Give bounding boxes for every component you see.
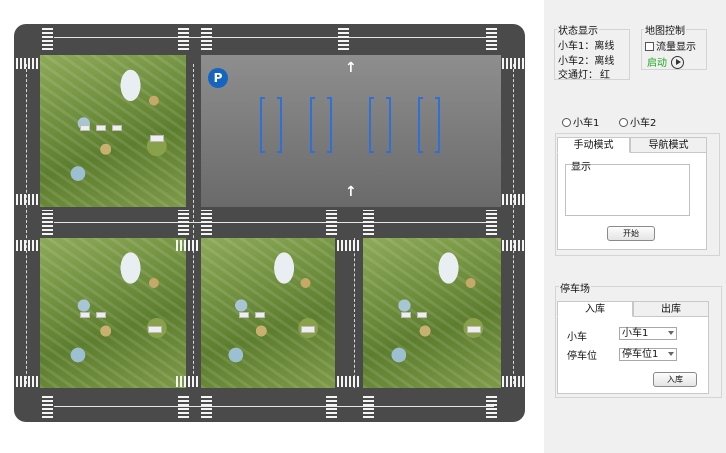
radio-icon[interactable] (619, 118, 628, 127)
crosswalk (176, 240, 200, 251)
crosswalk (486, 26, 497, 50)
flow-display-checkbox[interactable]: 流量显示 (645, 38, 696, 53)
car-select[interactable]: 小车1 (619, 327, 677, 340)
flow-display-label: 流量显示 (656, 42, 696, 53)
crosswalk (42, 210, 53, 235)
crosswalk (337, 240, 361, 251)
car2-status: 小车2：离线 (558, 52, 614, 67)
up-arrow-icon: ↑ (345, 60, 357, 76)
slot-select-value: 停车位1 (622, 349, 659, 360)
car-select-value: 小车1 (622, 328, 649, 339)
road-line-top (54, 37, 494, 38)
crosswalk (178, 394, 189, 418)
crosswalk (363, 394, 374, 418)
chevron-down-icon[interactable] (668, 331, 674, 335)
crosswalk (201, 394, 212, 418)
tab-navigation-mode[interactable]: 导航模式 (630, 137, 707, 153)
crosswalk (16, 376, 38, 387)
crosswalk (201, 26, 212, 50)
crosswalk (178, 210, 189, 235)
crosswalk (486, 394, 497, 418)
park-block-top-left (40, 55, 186, 207)
park-block-bottom-right (363, 238, 501, 388)
tab-park-out[interactable]: 出库 (633, 301, 709, 317)
up-arrow-icon: ↑ (345, 184, 357, 200)
crosswalk (42, 394, 53, 418)
crosswalk (363, 210, 374, 235)
slot-field-label: 停车位 (567, 351, 597, 362)
parking-title: 停车场 (559, 280, 591, 295)
crosswalk (16, 194, 38, 205)
parking-slot-3[interactable] (369, 97, 391, 153)
parking-slot-2[interactable] (310, 97, 332, 153)
road-line-center-left (193, 64, 194, 384)
crosswalk (201, 210, 212, 235)
crosswalk (337, 376, 361, 387)
road-line-right (513, 64, 514, 384)
park-block-bottom-middle (201, 238, 335, 388)
tab-manual-mode[interactable]: 手动模式 (557, 137, 630, 153)
car1-status: 小车1：离线 (558, 37, 614, 52)
crosswalk (338, 26, 349, 50)
park-block-bottom-left (40, 238, 186, 388)
road-line-bottom (54, 406, 494, 407)
parking-slot-1[interactable] (260, 97, 282, 153)
slot-select[interactable]: 停车位1 (619, 348, 677, 361)
crosswalk (326, 210, 337, 235)
crosswalk (16, 58, 38, 69)
start-label[interactable]: 启动 (647, 58, 667, 69)
display-label: 显示 (571, 162, 591, 173)
start-control[interactable]: 启动 (647, 54, 684, 69)
crosswalk (176, 376, 200, 387)
map-canvas[interactable]: P ↑ ↑ (14, 24, 525, 422)
road-line-middle (54, 222, 494, 223)
play-icon[interactable] (671, 56, 684, 69)
crosswalk (16, 240, 38, 251)
crosswalk (42, 26, 53, 50)
chevron-down-icon[interactable] (668, 352, 674, 356)
checkbox-icon[interactable] (645, 42, 654, 51)
traffic-light-status: 交通灯：红 (558, 66, 610, 81)
park-in-button[interactable]: 入库 (653, 372, 697, 387)
crosswalk (178, 26, 189, 50)
road-line-left (26, 64, 27, 384)
radio-car2-label: 小车2 (630, 118, 657, 129)
crosswalk (502, 58, 524, 69)
crosswalk (486, 210, 497, 235)
traffic-light-label: 交通灯： (558, 70, 598, 81)
parking-slot-4[interactable] (418, 97, 440, 153)
radio-car1[interactable]: 小车1 (562, 114, 599, 129)
map-control-title: 地图控制 (644, 22, 686, 37)
car1-status-value: 离线 (594, 41, 615, 52)
radio-car2[interactable]: 小车2 (619, 114, 656, 129)
traffic-light-value: 红 (600, 70, 610, 81)
road-line-center-right (354, 238, 355, 388)
crosswalk (502, 194, 524, 205)
car-field-label: 小车 (567, 332, 587, 343)
start-button[interactable]: 开始 (607, 226, 655, 241)
tab-park-in[interactable]: 入库 (557, 301, 633, 317)
radio-car1-label: 小车1 (573, 118, 600, 129)
radio-icon[interactable] (562, 118, 571, 127)
car1-status-label: 小车1： (558, 41, 595, 52)
crosswalk (502, 376, 524, 387)
control-panel: 状态显示 小车1：离线 小车2：离线 交通灯：红 地图控制 流量显示 启动 小车… (544, 0, 726, 453)
crosswalk (326, 394, 337, 418)
crosswalk (502, 240, 524, 251)
parking-icon: P (208, 68, 228, 88)
status-title: 状态显示 (557, 22, 599, 37)
